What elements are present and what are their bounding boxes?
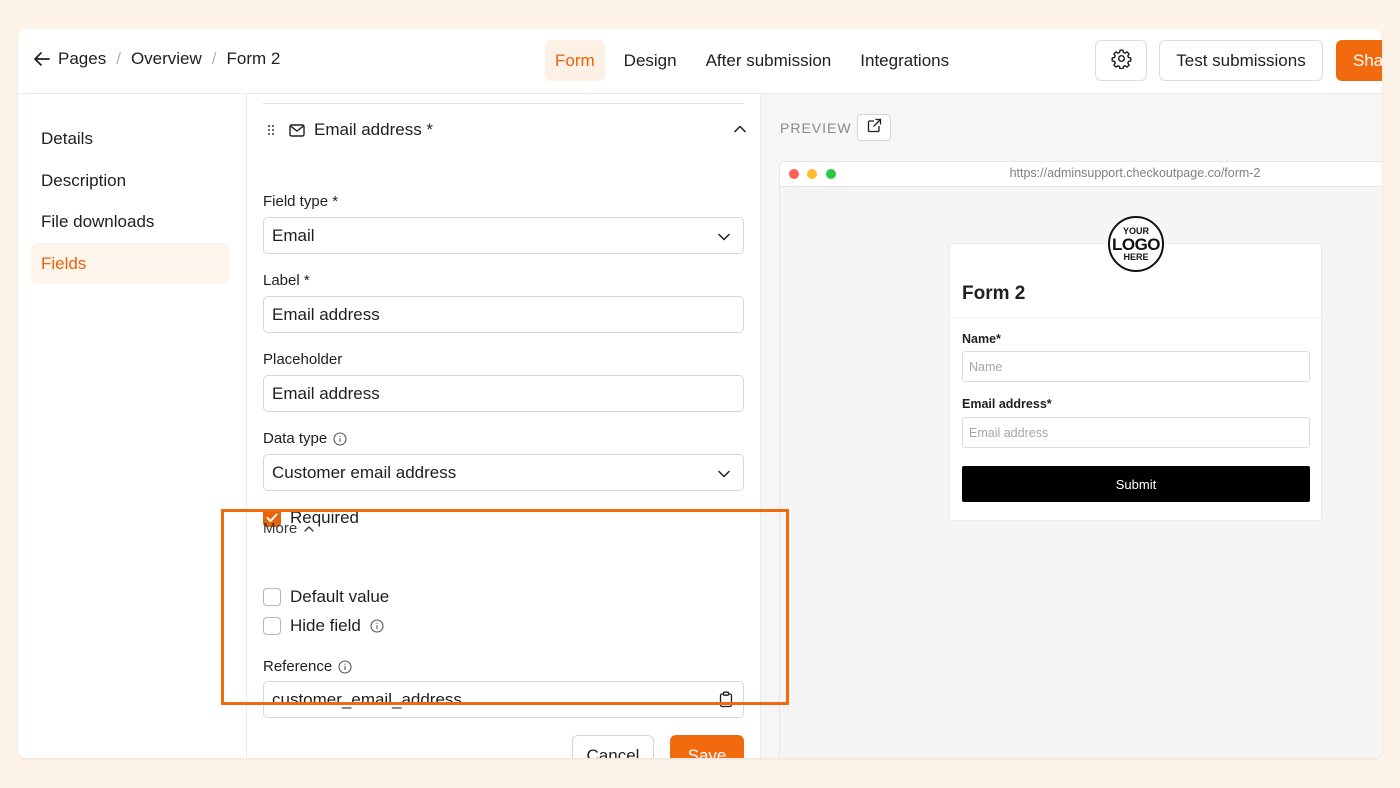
save-button[interactable]: Save bbox=[670, 735, 744, 758]
preview-url: https://adminsupport.checkoutpage.co/for… bbox=[1009, 166, 1261, 180]
field-type-label: Field type * bbox=[263, 193, 339, 210]
label-input-value: Email address bbox=[272, 304, 380, 324]
reference-label-text: Reference bbox=[263, 658, 333, 675]
data-type-label: Data type bbox=[263, 430, 347, 447]
data-type-value: Customer email address bbox=[272, 462, 457, 482]
arrow-left-icon[interactable] bbox=[32, 49, 52, 69]
placeholder-input-value: Email address bbox=[272, 383, 380, 403]
hide-field-checkbox-row[interactable]: Hide field bbox=[263, 616, 384, 636]
logo-text: LOGO bbox=[1111, 234, 1161, 254]
breadcrumb-overview[interactable]: Overview bbox=[131, 49, 202, 69]
browser-bar: https://adminsupport.checkoutpage.co/for… bbox=[780, 162, 1382, 187]
preview-name-label-text: Name bbox=[962, 332, 997, 346]
breadcrumb: Pages / Overview / Form 2 bbox=[32, 49, 280, 69]
external-link-icon bbox=[867, 118, 882, 138]
tab-form[interactable]: Form bbox=[545, 40, 605, 81]
field-header[interactable]: Email address * bbox=[267, 119, 747, 141]
test-submissions-button[interactable]: Test submissions bbox=[1159, 40, 1323, 81]
tab-bar: Form Design After submission Integration… bbox=[545, 40, 968, 81]
sidebar-item-file-downloads[interactable]: File downloads bbox=[31, 201, 229, 242]
divider bbox=[950, 317, 1321, 318]
data-type-select[interactable]: Customer email address bbox=[263, 454, 744, 491]
breadcrumb-separator: / bbox=[116, 49, 121, 68]
field-title: Email address * bbox=[314, 120, 434, 139]
required-mark: * bbox=[996, 332, 1001, 346]
share-button[interactable]: Share bbox=[1336, 40, 1382, 81]
info-icon[interactable] bbox=[333, 431, 347, 446]
tab-after-submission[interactable]: After submission bbox=[696, 40, 842, 81]
cancel-button[interactable]: Cancel bbox=[572, 735, 654, 758]
chevron-up-icon bbox=[304, 525, 314, 532]
breadcrumb-current: Form 2 bbox=[226, 49, 281, 68]
hide-field-checkbox[interactable] bbox=[263, 617, 281, 635]
preview-name-input[interactable]: Name bbox=[962, 351, 1310, 382]
logo-placeholder: YOUR LOGO HERE bbox=[1108, 216, 1164, 272]
default-value-checkbox[interactable] bbox=[263, 588, 281, 606]
placeholder-label: Placeholder bbox=[263, 351, 343, 368]
top-bar: Pages / Overview / Form 2 Form Design Af… bbox=[18, 29, 1382, 94]
more-toggle[interactable]: More bbox=[263, 520, 315, 537]
breadcrumb-separator: / bbox=[211, 49, 217, 68]
required-mark: * bbox=[1046, 397, 1052, 411]
chevron-down-icon bbox=[717, 466, 731, 486]
preview-form-card: YOUR LOGO HERE Form 2 Name* Name Email a… bbox=[949, 216, 1322, 521]
preview-email-label: Email address* bbox=[962, 397, 1052, 411]
gear-icon bbox=[1111, 48, 1132, 74]
field-editor: Email address * Field type * Email Label… bbox=[247, 94, 761, 758]
more-label: More bbox=[263, 520, 298, 537]
breadcrumb-pages[interactable]: Pages bbox=[58, 49, 106, 69]
app-window: Pages / Overview / Form 2 Form Design Af… bbox=[18, 29, 1382, 758]
drag-handle-icon[interactable] bbox=[267, 124, 277, 136]
info-icon[interactable] bbox=[338, 659, 352, 674]
preview-submit-button[interactable]: Submit bbox=[962, 466, 1310, 502]
sidebar: Details Description File downloads Field… bbox=[18, 94, 247, 758]
label-input[interactable]: Email address bbox=[263, 296, 744, 333]
data-type-label-text: Data type bbox=[263, 430, 328, 447]
preview-name-placeholder: Name bbox=[969, 359, 1003, 374]
chevron-down-icon bbox=[717, 229, 731, 249]
preview-email-input[interactable]: Email address bbox=[962, 417, 1310, 448]
preview-name-label: Name* bbox=[962, 332, 1001, 346]
browser-preview: https://adminsupport.checkoutpage.co/for… bbox=[779, 161, 1382, 758]
default-value-label: Default value bbox=[290, 587, 390, 606]
preview-email-label-text: Email address bbox=[962, 397, 1047, 411]
tab-design[interactable]: Design bbox=[614, 40, 687, 81]
sidebar-item-fields[interactable]: Fields bbox=[31, 243, 229, 284]
field-type-select[interactable]: Email bbox=[263, 217, 744, 254]
preview-panel: PREVIEW https://adminsupport.checkoutpag… bbox=[761, 94, 1382, 758]
reference-input[interactable]: customer_email_address bbox=[263, 681, 744, 718]
default-value-checkbox-row[interactable]: Default value bbox=[263, 587, 389, 607]
placeholder-input[interactable]: Email address bbox=[263, 375, 744, 412]
field-type-value: Email bbox=[272, 225, 315, 245]
logo-text: HERE bbox=[1123, 251, 1149, 262]
preview-label: PREVIEW bbox=[780, 120, 852, 136]
label-field-label: Label * bbox=[263, 272, 310, 289]
reference-label: Reference bbox=[263, 658, 352, 675]
info-icon[interactable] bbox=[370, 619, 384, 633]
preview-email-placeholder: Email address bbox=[969, 425, 1049, 440]
sidebar-item-details[interactable]: Details bbox=[31, 118, 229, 159]
sidebar-item-description[interactable]: Description bbox=[31, 160, 229, 201]
clipboard-icon[interactable] bbox=[719, 691, 733, 713]
preview-form-title: Form 2 bbox=[962, 283, 1026, 304]
reference-input-value: customer_email_address bbox=[272, 689, 462, 709]
chevron-up-icon[interactable] bbox=[733, 122, 747, 141]
settings-button[interactable] bbox=[1095, 40, 1147, 81]
mail-icon bbox=[289, 123, 305, 137]
tab-integrations[interactable]: Integrations bbox=[850, 40, 959, 81]
divider bbox=[263, 103, 744, 104]
open-preview-button[interactable] bbox=[857, 114, 891, 141]
hide-field-label: Hide field bbox=[290, 616, 361, 635]
